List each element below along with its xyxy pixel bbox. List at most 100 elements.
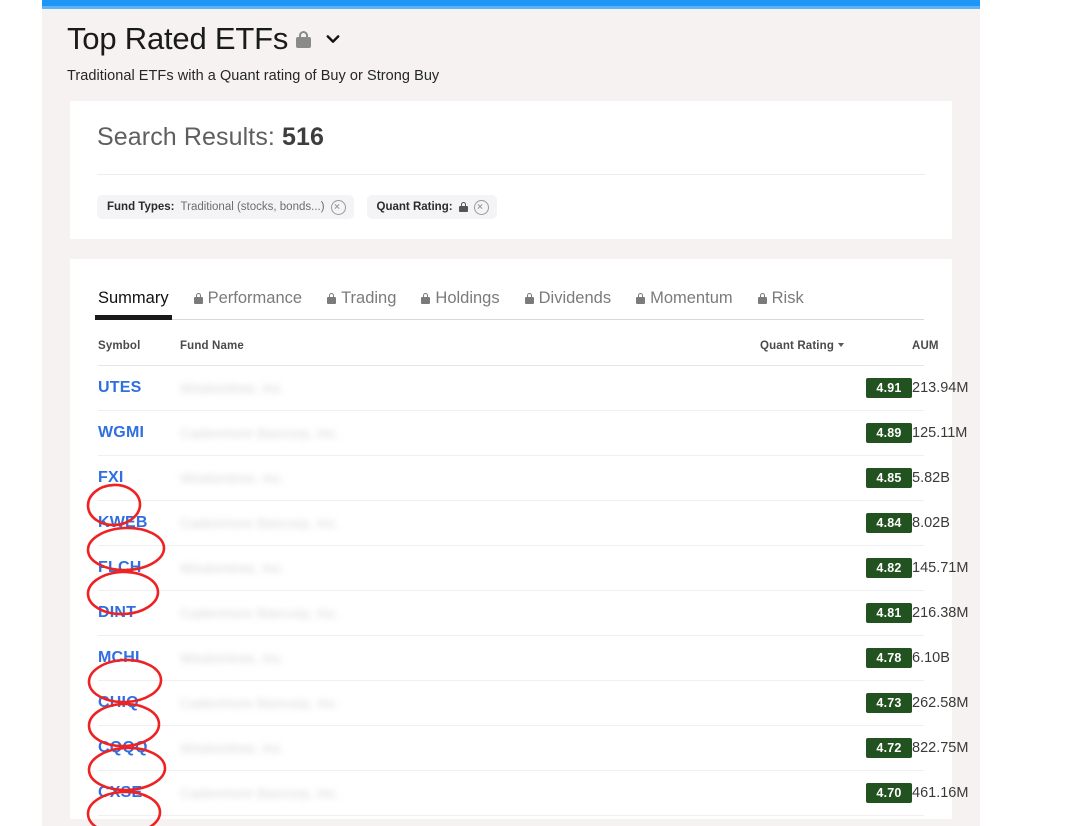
search-results-heading: Search Results: 516 (70, 123, 952, 152)
tab-dividends[interactable]: Dividends (525, 289, 611, 319)
tab-label: Holdings (435, 289, 499, 308)
cell-fund-name: Wisdomtree, Inc. (180, 366, 760, 411)
table-row[interactable]: UTESWisdomtree, Inc.4.91213.94M (98, 366, 924, 411)
cell-symbol: UTES (98, 366, 180, 411)
lock-icon (327, 293, 336, 304)
quant-rating-badge: 4.78 (866, 648, 912, 668)
cell-aum: 822.75M (912, 726, 924, 771)
symbol-link[interactable]: DINT (98, 604, 136, 622)
chevron-down-icon[interactable] (324, 30, 342, 48)
close-circle-icon[interactable] (331, 200, 346, 215)
table-body: UTESWisdomtree, Inc.4.91213.94MWGMICaden… (98, 366, 924, 816)
symbol-link[interactable]: FXI (98, 469, 124, 487)
quant-rating-badge: 4.89 (866, 423, 912, 443)
quant-rating-badge: 4.73 (866, 693, 912, 713)
table-row[interactable]: CHIQ Cadenmore Bancorp, Inc. 4.73262.58M (98, 681, 924, 726)
cell-aum: 461.16M (912, 771, 924, 816)
symbol-link[interactable]: WGMI (98, 424, 144, 442)
tab-label: Dividends (539, 289, 611, 308)
cell-quant-rating: 4.89 (760, 411, 912, 456)
tab-holdings[interactable]: Holdings (421, 289, 499, 319)
tab-performance[interactable]: Performance (194, 289, 302, 319)
etf-table: Symbol Fund Name Quant Rating AUM UTES Wi… (98, 320, 924, 816)
cell-quant-rating: 4.73 (760, 681, 912, 726)
table-row[interactable]: FXIWisdomtree, Inc.4.855.82B (98, 456, 924, 501)
filter-chip-fund-types[interactable]: Fund Types: Traditional (stocks, bonds..… (97, 195, 354, 219)
cell-quant-rating: 4.82 (760, 546, 912, 591)
table-row[interactable]: WGMICadenmore Bancorp, Inc.4.89125.11M (98, 411, 924, 456)
cell-symbol: FXI (98, 456, 180, 501)
table-row[interactable]: CQQQ Wisdomtree, Inc. 4.72822.75M (98, 726, 924, 771)
quant-rating-badge: 4.72 (866, 738, 912, 758)
column-header-aum[interactable]: AUM (912, 320, 924, 366)
cell-fund-name: Cadenmore Bancorp, Inc. (180, 771, 760, 816)
symbol-link[interactable]: CXSE (98, 784, 142, 802)
cell-aum: 145.71M (912, 546, 924, 591)
cell-quant-rating: 4.72 (760, 726, 912, 771)
search-results-count: 516 (282, 123, 324, 151)
page-header: Top Rated ETFs Traditional ETFs with a Q… (42, 9, 980, 101)
cell-fund-name: Cadenmore Bancorp, Inc. (180, 681, 760, 726)
lock-icon (525, 293, 534, 304)
cell-aum: 6.10B (912, 636, 924, 681)
cell-symbol: DINT (98, 591, 180, 636)
symbol-link[interactable]: UTES (98, 379, 141, 397)
symbol-link[interactable]: CQQQ (98, 739, 148, 757)
table-header-row: Symbol Fund Name Quant Rating AUM (98, 320, 924, 366)
cell-symbol: FLCH (98, 546, 180, 591)
cell-aum: 213.94M (912, 366, 924, 411)
tab-label: Risk (772, 289, 804, 308)
table-row[interactable]: DINTCadenmore Bancorp, Inc.4.81216.38M (98, 591, 924, 636)
cell-symbol: CXSE (98, 771, 180, 816)
cell-fund-name: Wisdomtree, Inc. (180, 456, 760, 501)
column-header-fund-name[interactable]: Fund Name (180, 320, 760, 366)
filter-chip-label: Fund Types: (107, 201, 175, 213)
lock-icon (421, 293, 430, 304)
title-row: Top Rated ETFs (67, 19, 980, 59)
quant-rating-badge: 4.70 (866, 783, 912, 803)
tab-label: Summary (98, 289, 169, 308)
cell-symbol: CHIQ (98, 681, 180, 726)
cell-fund-name: Cadenmore Bancorp, Inc. (180, 591, 760, 636)
lock-icon (636, 293, 645, 304)
page-subtitle: Traditional ETFs with a Quant rating of … (67, 68, 980, 101)
filter-chip-quant-rating[interactable]: Quant Rating: (367, 195, 497, 219)
tab-summary[interactable]: Summary (98, 289, 169, 319)
lock-icon (194, 293, 203, 304)
quant-rating-badge: 4.82 (866, 558, 912, 578)
cell-quant-rating: 4.85 (760, 456, 912, 501)
screenshot-root: Top Rated ETFs Traditional ETFs with a Q… (0, 0, 1080, 826)
lock-icon (758, 293, 767, 304)
cell-quant-rating: 4.84 (760, 501, 912, 546)
cell-fund-name: Wisdomtree, Inc. (180, 726, 760, 771)
cell-symbol: WGMI (98, 411, 180, 456)
page-title: Top Rated ETFs (67, 21, 288, 57)
tab-trading[interactable]: Trading (327, 289, 396, 319)
column-header-symbol[interactable]: Symbol (98, 320, 180, 366)
symbol-link[interactable]: KWEB (98, 514, 148, 532)
lock-icon (459, 202, 468, 212)
tab-momentum[interactable]: Momentum (636, 289, 733, 319)
sort-caret-down-icon (838, 343, 844, 347)
cell-aum: 262.58M (912, 681, 924, 726)
symbol-link[interactable]: FLCH (98, 559, 141, 577)
cell-symbol: CQQQ (98, 726, 180, 771)
cell-symbol: KWEB (98, 501, 180, 546)
table-row[interactable]: MCHIWisdomtree, Inc.4.786.10B (98, 636, 924, 681)
cell-quant-rating: 4.78 (760, 636, 912, 681)
table-row[interactable]: CXSE Cadenmore Bancorp, Inc. 4.70461.16M (98, 771, 924, 816)
quant-rating-badge: 4.81 (866, 603, 912, 623)
table-row[interactable]: FLCH Wisdomtree, Inc. 4.82145.71M (98, 546, 924, 591)
tab-risk[interactable]: Risk (758, 289, 804, 319)
active-filters: Fund Types: Traditional (stocks, bonds..… (70, 175, 952, 219)
symbol-link[interactable]: MCHI (98, 649, 140, 667)
tab-label: Momentum (650, 289, 733, 308)
symbol-link[interactable]: CHIQ (98, 694, 139, 712)
table-row[interactable]: KWEBCadenmore Bancorp, Inc.4.848.02B (98, 501, 924, 546)
tab-label: Performance (208, 289, 302, 308)
column-header-quant-rating[interactable]: Quant Rating (760, 320, 912, 366)
column-header-quant-rating-label: Quant Rating (760, 340, 834, 352)
tab-bar: Summary Performance Trading Holdings Div… (70, 259, 952, 319)
close-circle-icon[interactable] (474, 200, 489, 215)
cell-fund-name: Wisdomtree, Inc. (180, 546, 760, 591)
